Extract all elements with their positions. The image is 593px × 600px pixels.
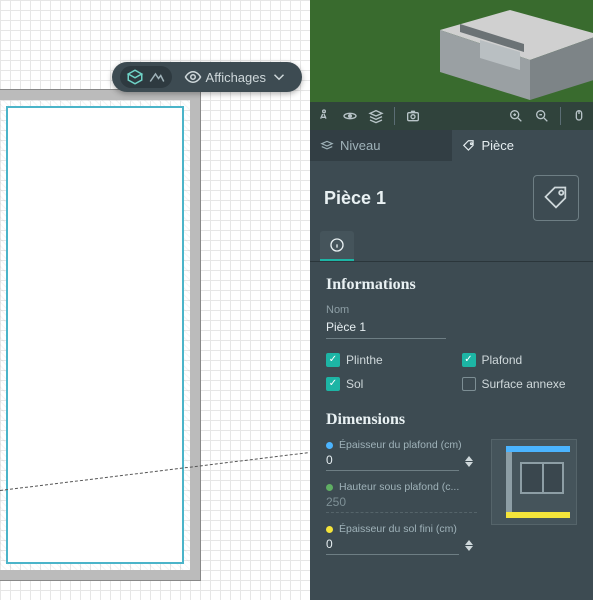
field-height-under-ceiling: Hauteur sous plafond (c... 250 [326, 481, 477, 513]
right-pane: Niveau Pièce Pièce 1 Informations Nom Pi… [310, 0, 593, 600]
subtab-info[interactable] [320, 231, 354, 261]
zoom-out-icon[interactable] [534, 108, 550, 124]
tab-room[interactable]: Pièce [452, 130, 593, 161]
check-icon [462, 353, 476, 367]
toolbar-separator [394, 107, 395, 125]
ceiling-thickness-input[interactable]: 0 [326, 452, 459, 471]
view2d-toggle-icon[interactable] [148, 68, 166, 86]
floor-thickness-input[interactable]: 0 [326, 536, 459, 555]
plan-room-outline[interactable] [0, 90, 200, 580]
inspector-subtabs [310, 231, 593, 262]
affichages-dropdown[interactable]: Affichages [178, 66, 294, 88]
affichages-label: Affichages [206, 70, 266, 85]
tab-level-label: Niveau [340, 138, 380, 153]
tab-room-label: Pièce [482, 138, 515, 153]
layers-icon[interactable] [368, 108, 384, 124]
checkbox-sol[interactable]: Sol [326, 377, 442, 391]
tab-level[interactable]: Niveau [310, 130, 452, 161]
viewport-3d[interactable] [310, 0, 593, 130]
ceiling-thickness-stepper[interactable] [465, 456, 477, 467]
informations-heading: Informations [326, 276, 577, 294]
building-3d-model [430, 0, 593, 110]
zoom-in-icon[interactable] [508, 108, 524, 124]
checkbox-plinthe[interactable]: Plinthe [326, 353, 442, 367]
checkbox-plafond[interactable]: Plafond [462, 353, 578, 367]
tag-icon [462, 139, 476, 153]
walk-mode-icon[interactable] [316, 108, 332, 124]
view3d-toggle-icon[interactable] [126, 68, 144, 86]
check-icon [326, 377, 340, 391]
level-icon [320, 139, 334, 153]
height-under-ceiling-label: Hauteur sous plafond (c... [339, 481, 459, 493]
plan-display-toolbar: Affichages [112, 62, 302, 92]
ceiling-thickness-label: Épaisseur du plafond (cm) [339, 439, 462, 451]
color-dot-height [326, 484, 333, 491]
info-icon [329, 237, 345, 253]
field-ceiling-thickness: Épaisseur du plafond (cm) 0 [326, 439, 477, 471]
eye-icon [184, 68, 202, 86]
room-title: Pièce 1 [324, 188, 386, 209]
snapshot-icon[interactable] [405, 108, 421, 124]
checkbox-plafond-label: Plafond [482, 353, 523, 367]
check-icon [326, 353, 340, 367]
dimensions-heading: Dimensions [326, 411, 577, 429]
inspector-panel: Niveau Pièce Pièce 1 Informations Nom Pi… [310, 130, 593, 600]
field-floor-thickness: Épaisseur du sol fini (cm) 0 [326, 523, 477, 555]
checkbox-surface-annexe-label: Surface annexe [482, 377, 566, 391]
dimensions-diagram [491, 439, 577, 525]
color-dot-floor [326, 526, 333, 533]
checkbox-surface-annexe[interactable]: Surface annexe [462, 377, 578, 391]
chevron-down-icon [270, 68, 288, 86]
tag-large-icon [542, 184, 570, 212]
name-label: Nom [326, 304, 577, 316]
color-dot-ceiling [326, 442, 333, 449]
room-tag-button[interactable] [533, 175, 579, 221]
viewport3d-toolbar [310, 102, 593, 130]
plan-view-mode-group [120, 66, 172, 88]
checkbox-sol-label: Sol [346, 377, 363, 391]
section-dimensions: Dimensions Épaisseur du plafond (cm) 0 [310, 397, 593, 571]
check-icon [462, 377, 476, 391]
height-under-ceiling-value: 250 [326, 494, 477, 513]
section-informations: Informations Nom Pièce 1 Plinthe Plafond… [310, 262, 593, 397]
plan-2d-viewport[interactable]: Affichages [0, 0, 310, 600]
toolbar-separator [560, 107, 561, 125]
checkbox-plinthe-label: Plinthe [346, 353, 383, 367]
floor-thickness-label: Épaisseur du sol fini (cm) [339, 523, 457, 535]
inspector-tabs: Niveau Pièce [310, 130, 593, 161]
orbit-mode-icon[interactable] [342, 108, 358, 124]
mouse-mode-icon[interactable] [571, 108, 587, 124]
room-name-input[interactable]: Pièce 1 [326, 318, 446, 339]
floor-thickness-stepper[interactable] [465, 540, 477, 551]
